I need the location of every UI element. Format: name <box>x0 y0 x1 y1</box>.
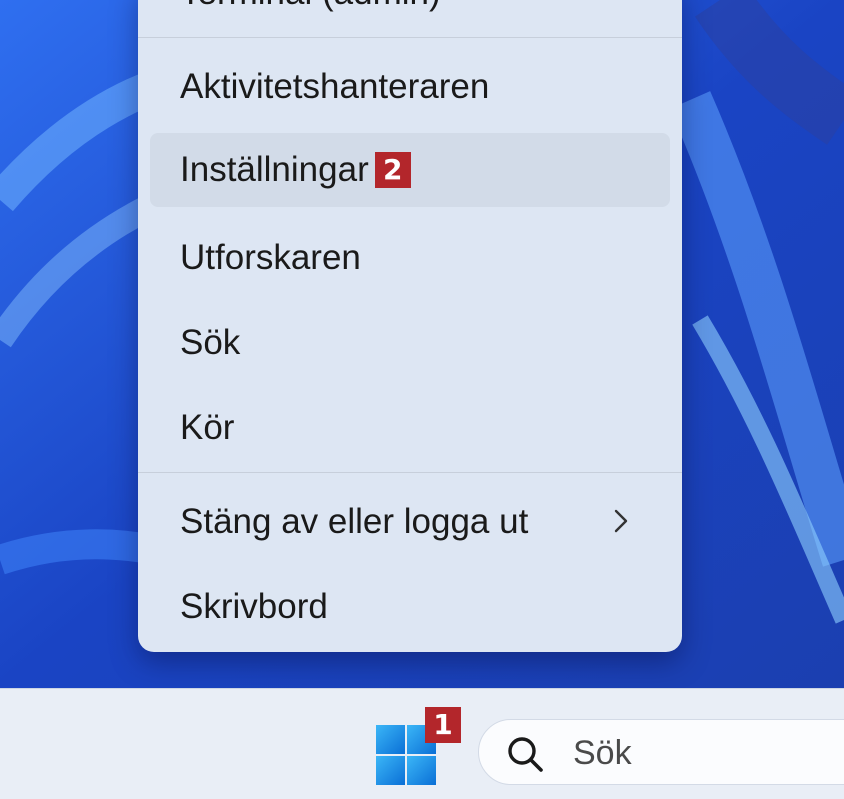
menu-item-label: Sök <box>180 323 241 362</box>
menu-separator <box>138 472 682 473</box>
search-box[interactable]: Sök <box>478 719 844 785</box>
menu-item-label: Aktivitetshanteraren <box>180 67 490 106</box>
menu-item-settings[interactable]: Inställningar 2 <box>150 133 670 207</box>
menu-item-terminal-admin[interactable]: Terminal (admin) <box>150 0 670 30</box>
menu-item-label: Inställningar <box>180 150 369 189</box>
menu-item-label: Skrivbord <box>180 587 328 626</box>
menu-item-label: Terminal (admin) <box>180 0 441 13</box>
step-badge: 1 <box>425 707 461 743</box>
menu-item-file-explorer[interactable]: Utforskaren <box>150 221 670 295</box>
chevron-right-icon <box>614 509 628 533</box>
menu-item-desktop[interactable]: Skrivbord <box>150 570 670 644</box>
start-context-menu: Terminal (admin) Aktivitetshanteraren In… <box>138 0 682 652</box>
menu-item-search[interactable]: Sök <box>150 306 670 380</box>
menu-item-shutdown-signout[interactable]: Stäng av eller logga ut <box>150 485 670 559</box>
menu-item-label: Stäng av eller logga ut <box>180 502 529 541</box>
menu-item-label: Utforskaren <box>180 238 361 277</box>
menu-item-run[interactable]: Kör <box>150 391 670 465</box>
search-placeholder: Sök <box>573 734 632 772</box>
step-badge: 2 <box>374 152 411 188</box>
taskbar: 1 Sök <box>0 688 844 799</box>
menu-item-task-manager[interactable]: Aktivitetshanteraren <box>150 50 670 124</box>
search-icon <box>508 737 543 772</box>
menu-separator <box>138 37 682 38</box>
menu-item-label: Kör <box>180 408 235 447</box>
